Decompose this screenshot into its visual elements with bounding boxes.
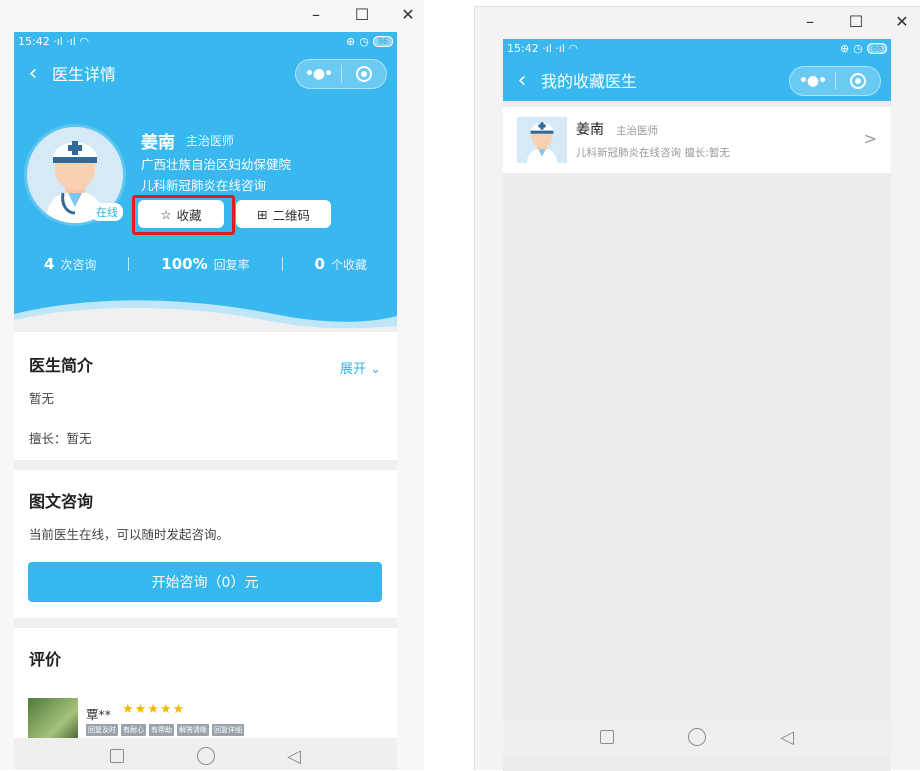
alarm-icon: ◷ [359,34,369,48]
status-bar: 15:42 ·ıl ·ıl ◠ ⊕ ◷ 86 [503,39,891,57]
more-dots-icon[interactable]: •●• [296,66,341,82]
system-nav-bar: ◁ [14,738,397,770]
close-miniprogram-icon[interactable] [342,66,386,82]
consult-title: 图文咨询 [29,492,94,511]
online-badge: 在线 [91,203,123,221]
stat-divider [281,257,283,271]
favorite-doctor-item[interactable]: 姜南 主治医师 儿科新冠肺炎在线咨询 擅长:暂无 > [503,107,891,173]
system-nav-bar: ◁ [503,719,891,755]
doctor-hospital: 广西壮族自治区妇幼保健院 [141,157,292,172]
back-chevron-icon[interactable]: ‹ [503,68,541,93]
favorite-doctor-name: 姜南 [576,122,604,138]
stat-label: 个收藏 [330,258,367,272]
favorite-highlight-box [132,195,235,235]
status-time: 15:42 [18,34,50,48]
wifi-icon: ◠ [568,41,579,55]
maximize-button[interactable]: ☐ [845,10,867,32]
stat-value: 100% [161,255,208,273]
qrcode-button-label: 二维码 [272,207,310,223]
more-dots-icon[interactable]: •●• [790,73,835,89]
qrcode-icon: ⊞ [257,206,268,222]
miniprogram-capsule: •●• [295,59,387,89]
intro-card: 医生简介 展开 ⌄ 暂无 擅长：暂无 [14,332,397,460]
chevron-down-icon: ⌄ [370,362,381,377]
intro-specialty: 擅长：暂无 [29,431,92,446]
doctor-stats: 4 次咨询 100% 回复率 0 个收藏 [14,252,397,276]
stat-reply-rate: 100% 回复率 [161,255,249,273]
rating-stars-icon: ★★★★★ [122,702,186,717]
doctor-department: 儿科新冠肺炎在线咨询 [141,178,267,193]
review-tags: 回复及时 有耐心 有帮助 解答清晰 回复详细 [86,724,244,736]
home-icon[interactable] [196,747,215,765]
home-icon[interactable] [688,728,707,746]
review-tag: 回复及时 [86,724,118,736]
stat-divider [128,257,130,271]
review-tag: 有耐心 [121,724,146,736]
sync-icon: ⊕ [345,34,356,48]
right-window: – ☐ ✕ 15:42 ·ıl ·ıl ◠ ⊕ ◷ 86 ‹ 我的收藏医生 •●… [474,6,920,771]
signal-icon: ·ıl ·ıl [542,41,565,55]
doctor-avatar-icon [517,117,567,163]
sync-icon: ⊕ [839,41,850,55]
stat-label: 回复率 [213,258,250,272]
review-tag: 解答清晰 [177,724,209,736]
intro-title: 医生简介 [29,356,94,375]
miniprogram-capsule: •●• [789,66,881,96]
intro-body: 暂无 [29,391,55,406]
favorite-doctor-desc: 儿科新冠肺炎在线咨询 擅长:暂无 [576,147,730,159]
nav-bar: ‹ 我的收藏医生 •●• [503,59,891,101]
chevron-right-icon: > [863,129,877,148]
stat-favorites: 0 个收藏 [315,255,367,273]
stat-label: 次咨询 [60,258,97,272]
stat-value: 0 [314,255,325,273]
phone-screen-left: 15:42 ·ıl ·ıl ◠ ⊕ ◷ 86 ‹ 医生详情 •●• 在线 姜南 … [14,32,397,770]
page-title: 我的收藏医生 [541,72,638,91]
status-time: 15:42 [507,41,539,55]
expand-label: 展开 [339,362,366,377]
status-bar: 15:42 ·ıl ·ıl ◠ ⊕ ◷ 86 [14,32,397,50]
review-tag: 回复详细 [212,724,244,736]
nav-bar: ‹ 医生详情 •●• [14,52,397,94]
recent-apps-icon[interactable] [110,749,125,763]
page-title: 医生详情 [52,65,117,84]
favorite-doctor-rank: 主治医师 [616,125,658,137]
battery-indicator: 86 [866,42,887,54]
back-triangle-icon[interactable]: ◁ [780,727,794,748]
maximize-button[interactable]: ☐ [351,3,373,25]
phone-screen-right: 15:42 ·ıl ·ıl ◠ ⊕ ◷ 86 ‹ 我的收藏医生 •●• 姜南 主… [503,39,891,771]
close-miniprogram-icon[interactable] [836,73,880,89]
close-button[interactable]: ✕ [397,3,419,25]
consult-desc: 当前医生在线，可以随时发起咨询。 [29,527,230,542]
qrcode-button[interactable]: ⊞ 二维码 [236,200,331,228]
doctor-avatar [517,117,567,163]
back-chevron-icon[interactable]: ‹ [14,61,52,86]
hero-wave [14,300,397,332]
start-consult-button[interactable]: 开始咨询（0）元 [28,562,382,602]
battery-indicator: 86 [372,35,393,47]
alarm-icon: ◷ [853,41,863,55]
left-window: – ☐ ✕ 15:42 ·ıl ·ıl ◠ ⊕ ◷ 86 ‹ 医生详情 •●• [0,0,424,770]
reviewer-name: 覃** [86,707,112,722]
minimize-button[interactable]: – [799,10,821,32]
recent-apps-icon[interactable] [600,730,615,744]
consult-card: 图文咨询 当前医生在线，可以随时发起咨询。 开始咨询（0）元 [14,470,397,618]
doctor-rank: 主治医师 [186,134,235,148]
minimize-button[interactable]: – [305,3,327,25]
close-button[interactable]: ✕ [891,10,913,32]
back-triangle-icon[interactable]: ◁ [287,746,301,767]
wifi-icon: ◠ [79,34,90,48]
expand-link[interactable]: 展开 ⌄ [340,358,381,377]
signal-icon: ·ıl ·ıl [53,34,76,48]
reviews-title: 评价 [29,650,62,669]
review-tag: 有帮助 [149,724,174,736]
doctor-name: 姜南 [141,133,175,153]
stat-consults: 4 次咨询 [44,255,96,273]
stat-value: 4 [43,255,55,273]
